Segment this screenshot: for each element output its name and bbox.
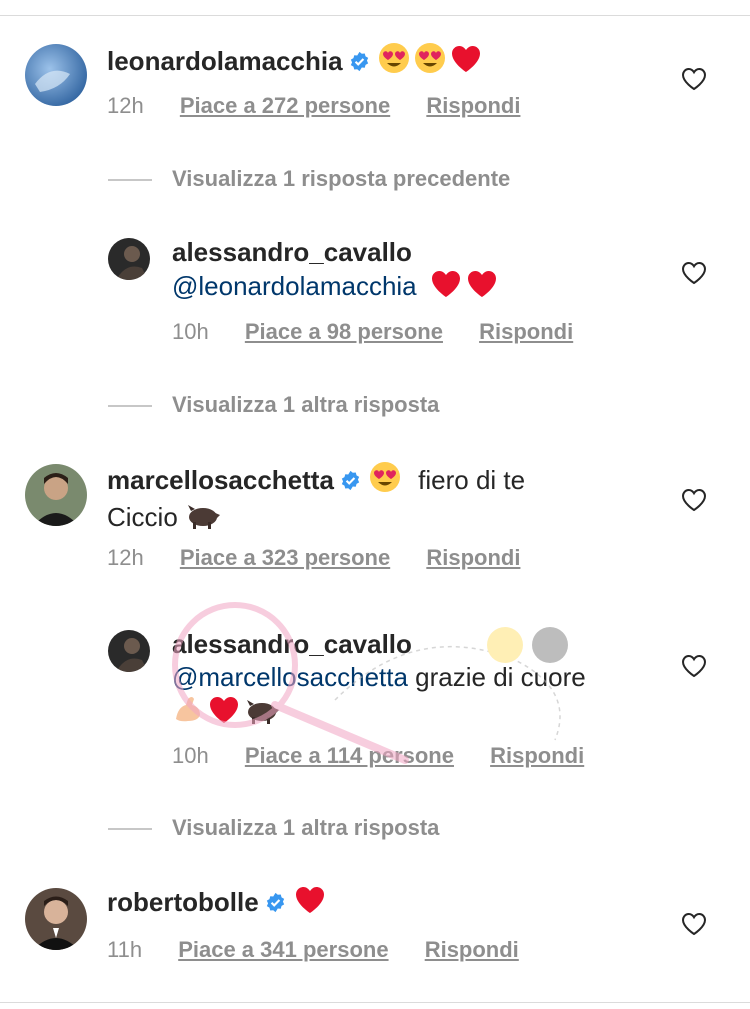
reply-button[interactable]: Rispondi — [490, 743, 584, 769]
username[interactable]: marcellosacchetta — [107, 465, 334, 495]
timestamp: 12h — [107, 545, 144, 570]
divider-dash — [108, 405, 152, 408]
red-heart-emoji — [466, 269, 498, 307]
likes-link[interactable]: Piace a 323 persone — [180, 545, 390, 571]
view-previous-replies[interactable]: Visualizza 1 risposta precedente — [108, 166, 510, 192]
heart-outline-icon[interactable] — [681, 488, 707, 512]
view-more-replies[interactable]: Visualizza 1 altra risposta — [108, 815, 439, 841]
view-more-label: Visualizza 1 altra risposta — [172, 815, 440, 840]
reply-button[interactable]: Rispondi — [426, 93, 520, 119]
reply-button[interactable]: Rispondi — [425, 937, 519, 963]
timestamp: 10h — [172, 743, 209, 768]
avatar[interactable] — [25, 44, 87, 106]
verified-badge-icon — [265, 888, 286, 913]
username[interactable]: robertobolle — [107, 887, 259, 917]
avatar[interactable] — [25, 888, 87, 950]
comment-text-line2: Ciccio — [107, 502, 178, 532]
avatar[interactable] — [108, 630, 150, 672]
verified-badge-icon — [349, 47, 370, 72]
heart-outline-icon[interactable] — [681, 654, 707, 678]
view-more-label: Visualizza 1 risposta precedente — [172, 166, 511, 191]
red-heart-emoji — [294, 885, 326, 923]
divider-dash — [108, 828, 152, 831]
avatar[interactable] — [108, 238, 150, 280]
boar-emoji — [244, 697, 280, 730]
boar-emoji — [185, 502, 221, 538]
heart-eyes-emoji — [369, 461, 401, 501]
comment-text: grazie di cuore — [407, 662, 586, 692]
mention-link[interactable]: @marcellosacchetta — [172, 662, 408, 692]
divider-dash — [108, 179, 152, 182]
likes-link[interactable]: Piace a 114 persone — [245, 743, 454, 769]
avatar[interactable] — [25, 464, 87, 526]
flexed-biceps-emoji — [172, 693, 204, 730]
heart-eyes-emoji — [378, 42, 410, 82]
timestamp: 10h — [172, 319, 209, 344]
timestamp: 12h — [107, 93, 144, 118]
top-divider — [0, 15, 750, 16]
heart-outline-icon[interactable] — [681, 912, 707, 936]
red-heart-emoji — [208, 695, 240, 730]
emoji-line — [172, 693, 284, 730]
heart-outline-icon[interactable] — [681, 261, 707, 285]
view-more-replies[interactable]: Visualizza 1 altra risposta — [108, 392, 439, 418]
username[interactable]: alessandro_cavallo — [172, 237, 412, 267]
bottom-divider — [0, 1002, 750, 1003]
timestamp: 11h — [107, 937, 143, 962]
red-heart-emoji — [430, 269, 462, 307]
red-heart-emoji — [450, 44, 482, 82]
heart-outline-icon[interactable] — [681, 67, 707, 91]
view-more-label: Visualizza 1 altra risposta — [172, 392, 440, 417]
heart-eyes-emoji — [414, 42, 446, 82]
likes-link[interactable]: Piace a 272 persone — [180, 93, 390, 119]
likes-link[interactable]: Piace a 341 persone — [178, 937, 388, 963]
mention-link[interactable]: @leonardolamacchia — [172, 271, 417, 301]
likes-link[interactable]: Piace a 98 persone — [245, 319, 443, 345]
reply-button[interactable]: Rispondi — [426, 545, 520, 571]
comment-text: fiero di te — [418, 465, 526, 495]
username[interactable]: alessandro_cavallo — [172, 629, 412, 659]
reply-button[interactable]: Rispondi — [479, 319, 573, 345]
username[interactable]: leonardolamacchia — [107, 46, 343, 76]
verified-badge-icon — [340, 466, 361, 491]
